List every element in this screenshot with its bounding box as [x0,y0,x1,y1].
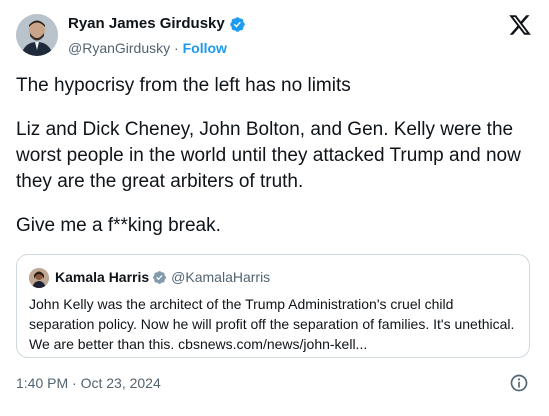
tweet-timestamp[interactable]: 1:40 PM · Oct 23, 2024 [16,373,161,393]
quoted-tweet-text: John Kelly was the architect of the Trum… [29,296,515,352]
tweet-card: Ryan James Girdusky @RyanGirdusky · Foll… [0,0,549,416]
verified-badge-icon [153,270,167,284]
quoted-author-name[interactable]: Kamala Harris [55,267,149,287]
quoted-tweet[interactable]: Kamala Harris @KamalaHarris John Kelly w… [16,254,530,358]
quoted-author-row: Kamala Harris @KamalaHarris [55,267,270,287]
author-name-row: Ryan James Girdusky [68,14,246,34]
author-handle[interactable]: @RyanGirdusky [68,40,170,56]
quoted-author-handle[interactable]: @KamalaHarris [171,267,270,287]
follow-button[interactable]: Follow [183,40,227,56]
info-icon[interactable] [509,373,529,393]
author-handle-row: @RyanGirdusky · Follow [68,38,227,58]
tweet-paragraph: The hypocrisy from the left has no limit… [16,75,351,96]
tweet-paragraph: Give me a f**king break. [16,215,221,236]
verified-badge-icon [229,16,245,32]
tweet-paragraph: Liz and Dick Cheney, John Bolton, and Ge… [16,119,521,192]
tweet-text: The hypocrisy from the left has no limit… [16,73,536,239]
author-name[interactable]: Ryan James Girdusky [68,14,225,34]
author-avatar[interactable] [16,14,58,56]
x-logo-icon[interactable] [508,13,532,37]
handle-separator: · [170,40,183,56]
quoted-author-avatar[interactable] [29,268,49,288]
